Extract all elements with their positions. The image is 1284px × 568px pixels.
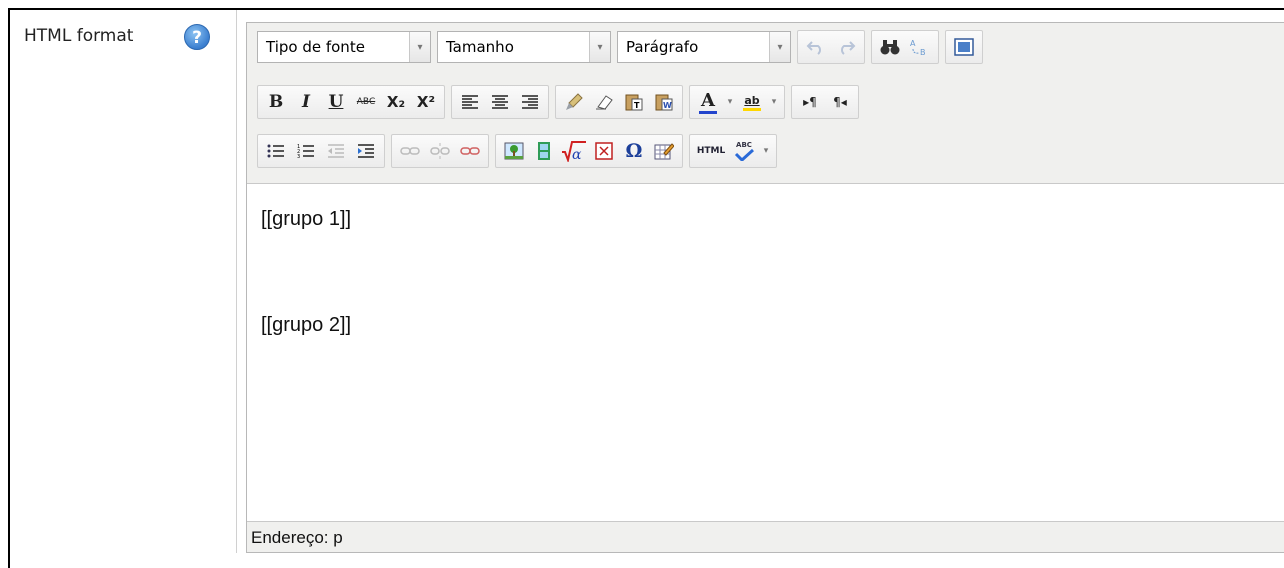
undo-icon[interactable] <box>801 32 831 62</box>
toolbar-row-1: Tipo de fonte ▾ Tamanho ▾ Parágrafo ▾ A … <box>257 29 989 65</box>
html-editor: Tipo de fonte ▾ Tamanho ▾ Parágrafo ▾ A … <box>246 22 1284 553</box>
content-paragraph[interactable]: [[grupo 2]] <box>261 314 351 337</box>
font-family-select[interactable]: Tipo de fonte ▾ <box>257 31 431 63</box>
alignment-group <box>451 85 549 119</box>
chevron-down-icon[interactable]: ▾ <box>759 146 773 156</box>
fullscreen-icon[interactable] <box>949 32 979 62</box>
color-group: A ▾ ab ▾ <box>689 85 785 119</box>
spellcheck-letters: ABC <box>736 141 752 149</box>
highlight-letters: ab <box>744 93 760 107</box>
cleanup-group: T W <box>555 85 683 119</box>
ltr-button[interactable]: ▸¶ <box>795 87 825 117</box>
anchor-icon[interactable] <box>455 136 485 166</box>
nolink-icon[interactable] <box>589 136 619 166</box>
chevron-down-icon[interactable]: ▾ <box>769 32 790 62</box>
rtl-button[interactable]: ¶◂ <box>825 87 855 117</box>
align-right-icon[interactable] <box>515 87 545 117</box>
svg-text:α: α <box>572 147 582 162</box>
chevron-down-icon[interactable]: ▾ <box>409 32 430 62</box>
image-icon[interactable] <box>499 136 529 166</box>
highlight-color-button[interactable]: ab <box>737 87 767 117</box>
paste-word-icon[interactable]: W <box>649 87 679 117</box>
font-size-value: Tamanho <box>446 38 514 56</box>
chevron-down-icon[interactable]: ▾ <box>723 97 737 107</box>
spellcheck-button[interactable]: ABC <box>729 136 759 166</box>
italic-button[interactable]: I <box>291 87 321 117</box>
strikethrough-button[interactable]: ABC <box>351 87 381 117</box>
replace-icon[interactable]: AB <box>905 32 935 62</box>
editor-toolbar: Tipo de fonte ▾ Tamanho ▾ Parágrafo ▾ A … <box>247 23 1284 184</box>
column-divider <box>236 10 237 553</box>
underline-button[interactable]: U <box>321 87 351 117</box>
eraser-icon[interactable] <box>589 87 619 117</box>
text-style-group: B I U ABC X₂ X² <box>257 85 445 119</box>
link-icon[interactable] <box>395 136 425 166</box>
paste-text-icon[interactable]: T <box>619 87 649 117</box>
math-icon[interactable]: α <box>559 136 589 166</box>
source-spell-group: HTML ABC ▾ <box>689 134 777 168</box>
bullet-list-icon[interactable] <box>261 136 291 166</box>
font-family-value: Tipo de fonte <box>266 38 365 56</box>
insert-group: α Ω <box>495 134 683 168</box>
editor-content-area[interactable]: [[grupo 1]] [[grupo 2]] <box>247 184 1284 524</box>
text-color-button[interactable]: A <box>693 87 723 117</box>
editor-statusbar: Endereço: p <box>247 521 1284 552</box>
chevron-down-icon[interactable]: ▾ <box>767 97 781 107</box>
search-group: AB <box>871 30 939 64</box>
svg-text:A: A <box>910 39 916 48</box>
align-left-icon[interactable] <box>455 87 485 117</box>
highlight-swatch <box>743 107 761 111</box>
table-edit-icon[interactable] <box>649 136 679 166</box>
help-icon[interactable]: ? <box>184 24 210 50</box>
indent-icon[interactable] <box>351 136 381 166</box>
special-char-omega-icon[interactable]: Ω <box>619 136 649 166</box>
unlink-icon[interactable] <box>425 136 455 166</box>
link-group <box>391 134 489 168</box>
chevron-down-icon[interactable]: ▾ <box>589 32 610 62</box>
outdent-icon[interactable] <box>321 136 351 166</box>
fullscreen-group <box>945 30 983 64</box>
list-group: 123 <box>257 134 385 168</box>
redo-icon[interactable] <box>831 32 861 62</box>
content-paragraph[interactable]: [[grupo 1]] <box>261 208 351 231</box>
text-color-letter: A <box>701 89 715 111</box>
font-size-select[interactable]: Tamanho ▾ <box>437 31 611 63</box>
svg-text:3: 3 <box>297 154 300 159</box>
align-center-icon[interactable] <box>485 87 515 117</box>
field-label-column: HTML format ? <box>10 10 236 553</box>
svg-text:W: W <box>663 101 672 110</box>
element-path: Endereço: p <box>251 528 343 547</box>
field-label: HTML format <box>24 26 134 46</box>
undo-redo-group <box>797 30 865 64</box>
subscript-button[interactable]: X₂ <box>381 87 411 117</box>
svg-text:B: B <box>920 48 926 57</box>
cleanup-icon[interactable] <box>559 87 589 117</box>
bold-button[interactable]: B <box>261 87 291 117</box>
toolbar-row-2: B I U ABC X₂ X² T W A ▾ ab ▾ ▸¶ ¶◂ <box>257 84 865 120</box>
html-source-button[interactable]: HTML <box>693 136 729 166</box>
numbered-list-icon[interactable]: 123 <box>291 136 321 166</box>
media-icon[interactable] <box>529 136 559 166</box>
format-select[interactable]: Parágrafo ▾ <box>617 31 791 63</box>
superscript-button[interactable]: X² <box>411 87 441 117</box>
text-color-swatch <box>699 110 717 114</box>
direction-group: ▸¶ ¶◂ <box>791 85 859 119</box>
find-icon[interactable] <box>875 32 905 62</box>
svg-text:T: T <box>634 101 640 110</box>
format-value: Parágrafo <box>626 38 699 56</box>
toolbar-row-3: 123 α Ω HTML ABC ▾ <box>257 133 783 169</box>
